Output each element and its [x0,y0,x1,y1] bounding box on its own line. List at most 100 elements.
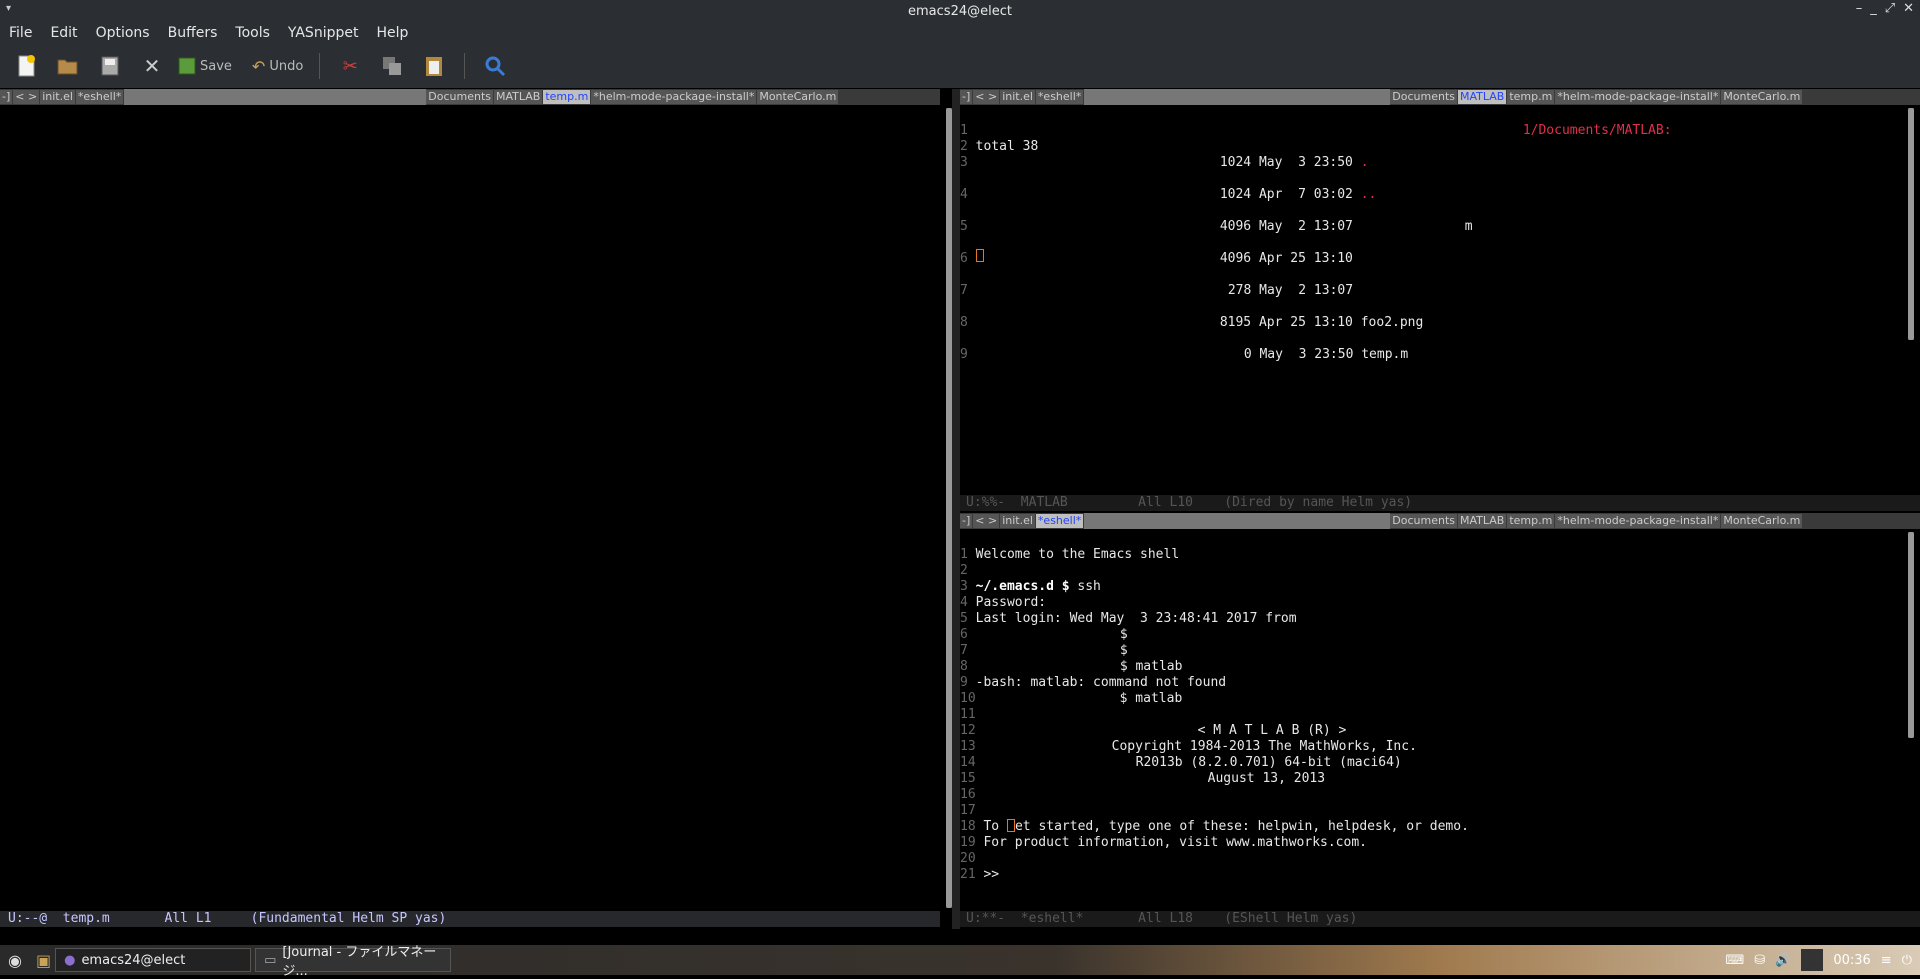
vertical-window-divider[interactable] [952,89,960,929]
tab-scroll[interactable]: < > [13,90,40,104]
cut-button[interactable]: ✂ [334,50,366,82]
close-x-icon: ✕ [143,54,161,78]
scissors-icon: ✂ [342,55,358,77]
window-title: emacs24@elect [908,3,1012,19]
eshell-modeline: U:**- *eshell* All L18 (EShell Helm yas) [960,911,1920,927]
tab-matlab[interactable]: MATLAB [1458,514,1507,528]
dired-entries: 3 1024 May 3 23:50 . 4 1024 Apr 7 03:02 ..… [960,139,1473,395]
left-modeline: U:--@ temp.m All L1 (Fundamental Helm SP… [0,911,940,927]
tab-collapse[interactable]: -] [0,90,13,104]
menu-lines-icon[interactable]: ≡ [1881,953,1892,968]
eshell-prompt: ~/.emacs.d $ [975,579,1070,594]
menu-yasnippet[interactable]: YASnippet [279,25,368,41]
tab-montecarlo[interactable]: MonteCarlo.m [1721,90,1803,104]
eshell-cmd-matlab: $ matlab [1119,659,1183,674]
matlab-banner: < M A T L A B (R) > [1197,723,1347,738]
minimize-icon[interactable]: – [1856,1,1863,16]
dired-scrollbar-thumb[interactable] [1908,108,1914,340]
tab-montecarlo[interactable]: MonteCarlo.m [757,90,839,104]
taskbar: ◉ ▣ ● emacs24@elect ▭ [Journal - ファイルマネー… [0,945,1920,979]
menu-options[interactable]: Options [87,25,159,41]
save-icon [178,57,196,75]
matlab-prompt[interactable]: >> [983,867,999,882]
tab-init-el[interactable]: init.el [1000,90,1035,104]
network-icon[interactable]: ⛁ [1754,953,1765,968]
eshell-output: 1 Welcome to the Emacs shell 2 3 ~/.emac… [960,547,1469,882]
tab-documents[interactable]: Documents [1390,514,1457,528]
dired-entry[interactable]: 3 1024 May 3 23:50 . [960,155,1473,171]
tab-eshell[interactable]: *eshell* [1035,514,1084,528]
tab-matlab[interactable]: MATLAB [1458,90,1507,104]
menu-tools[interactable]: Tools [226,25,279,41]
dired-entry[interactable]: 6 4096 Apr 25 13:10 [960,251,1473,267]
tab-eshell[interactable]: *eshell* [1035,90,1084,104]
tab-helm-install[interactable]: *helm-mode-package-install* [1555,90,1721,104]
power-icon[interactable]: ⏻ [1902,953,1912,968]
workspace-icon[interactable] [1801,949,1824,971]
menu-help[interactable]: Help [367,25,417,41]
disk-icon [101,56,119,76]
get-started-prefix: To [983,819,1007,834]
paste-button[interactable] [418,50,450,82]
open-file-button[interactable] [52,50,84,82]
eshell-scrollbar-thumb[interactable] [1908,532,1914,738]
eshell-scrollbar[interactable] [1908,532,1914,738]
eshell-pane[interactable]: 1 Welcome to the Emacs shell 2 3 ~/.emac… [960,529,1910,909]
eshell-last-login: Last login: Wed May 3 23:48:41 2017 from [975,611,1297,626]
menu-file[interactable]: File [0,25,41,41]
menubar: File Edit Options Buffers Tools YASnippe… [0,22,1920,44]
close-icon[interactable]: ✕ [1903,1,1914,16]
save-button[interactable]: Save [178,50,232,82]
undo-button[interactable]: ↶ Undo [252,50,303,82]
window-menu-icon[interactable]: ▾ [6,3,11,14]
tab-init-el[interactable]: init.el [40,90,75,104]
save-disk-button[interactable] [94,50,126,82]
folder-icon: ▭ [264,952,277,968]
task-file-manager[interactable]: ▭ [Journal - ファイルマネージ... [255,945,452,979]
tab-temp-m[interactable]: temp.m [1507,90,1555,104]
close-buffer-button[interactable]: ✕ [136,50,168,82]
tab-collapse[interactable]: -] [960,514,973,528]
tab-eshell[interactable]: *eshell* [75,90,124,104]
copy-button[interactable] [376,50,408,82]
shade-icon[interactable]: _ [1870,1,1877,16]
tab-helm-install[interactable]: *helm-mode-package-install* [591,90,757,104]
search-button[interactable] [479,50,511,82]
matlab-version: R2013b (8.2.0.701) 64-bit (maci64) [1135,755,1402,770]
tab-montecarlo[interactable]: MonteCarlo.m [1721,514,1803,528]
tab-documents[interactable]: Documents [1390,90,1457,104]
eshell-cmd-ssh: ssh [1069,579,1101,594]
menu-edit[interactable]: Edit [41,25,86,41]
left-editor-pane[interactable] [0,105,936,910]
tab-scroll[interactable]: < > [973,514,1000,528]
tab-helm-install[interactable]: *helm-mode-package-install* [1555,514,1721,528]
matlab-copyright: Copyright 1984-2013 The MathWorks, Inc. [1111,739,1417,754]
dired-scrollbar[interactable] [1908,108,1914,340]
tab-matlab[interactable]: MATLAB [494,90,543,104]
file-manager-launcher-icon[interactable]: ▣ [36,951,51,970]
dired-entry[interactable]: 4 1024 Apr 7 03:02 .. [960,187,1473,203]
tab-scroll[interactable]: < > [973,90,1000,104]
line-number: 1 [960,123,968,138]
tab-temp-m[interactable]: temp.m [543,90,591,104]
tab-init-el[interactable]: init.el [1000,514,1035,528]
dired-entry[interactable]: 90 May 3 23:50 temp.m [960,347,1473,363]
tab-collapse[interactable]: -] [960,90,973,104]
dired-entry[interactable]: 7 278 May 2 13:07 [960,283,1473,299]
task-emacs[interactable]: ● emacs24@elect [55,948,252,972]
new-file-button[interactable] [10,50,42,82]
tab-temp-m[interactable]: temp.m [1507,514,1555,528]
undo-label: Undo [269,58,304,74]
menu-buffers[interactable]: Buffers [159,25,227,41]
dired-entry[interactable]: 8 8195 Apr 25 13:10 foo2.png [960,315,1473,331]
tab-spacer [1084,89,1391,105]
dired-entry[interactable]: 5 4096 May 2 13:07 m [960,219,1473,235]
dired-pane[interactable]: 1 1/Documents/MATLAB: 2 total 38 3 1024 Ma… [960,105,1910,495]
maximize-icon[interactable]: ⤢ [1885,1,1895,16]
keyboard-icon[interactable]: ⌨ [1725,953,1744,968]
dired-header-path: 1/Documents/MATLAB: [1522,123,1672,138]
tab-documents[interactable]: Documents [426,90,493,104]
eshell-password: Password: [975,595,1047,610]
volume-icon[interactable]: 🔊 [1775,953,1791,968]
app-menu-icon[interactable]: ◉ [8,951,22,970]
